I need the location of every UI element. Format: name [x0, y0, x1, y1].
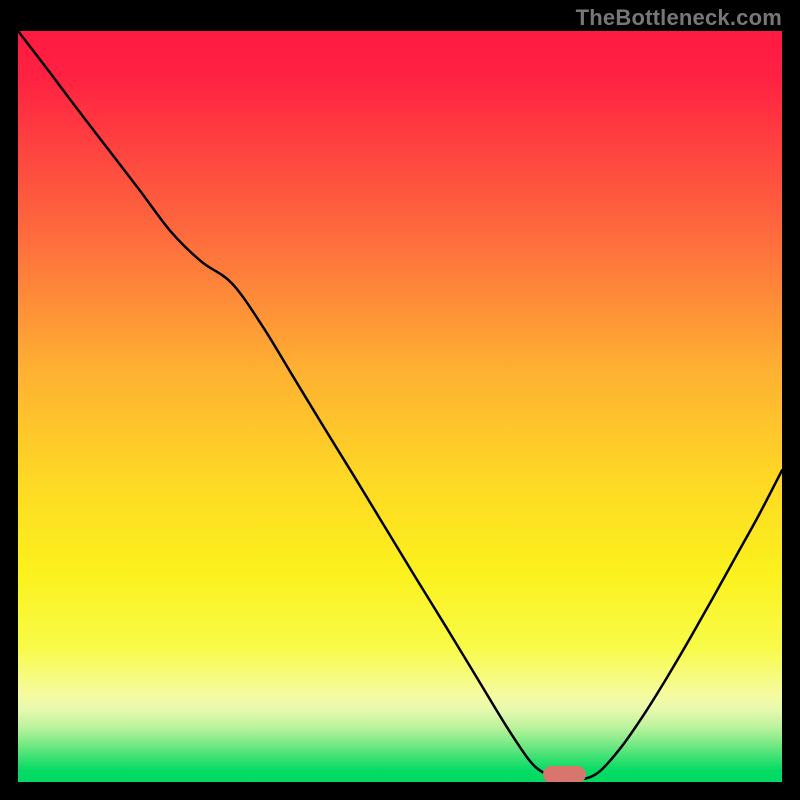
plot-area — [18, 31, 782, 782]
watermark-text: TheBottleneck.com — [576, 5, 782, 31]
bottleneck-curve — [18, 31, 782, 782]
chart-frame — [18, 31, 782, 782]
optimal-point-marker — [543, 766, 586, 782]
